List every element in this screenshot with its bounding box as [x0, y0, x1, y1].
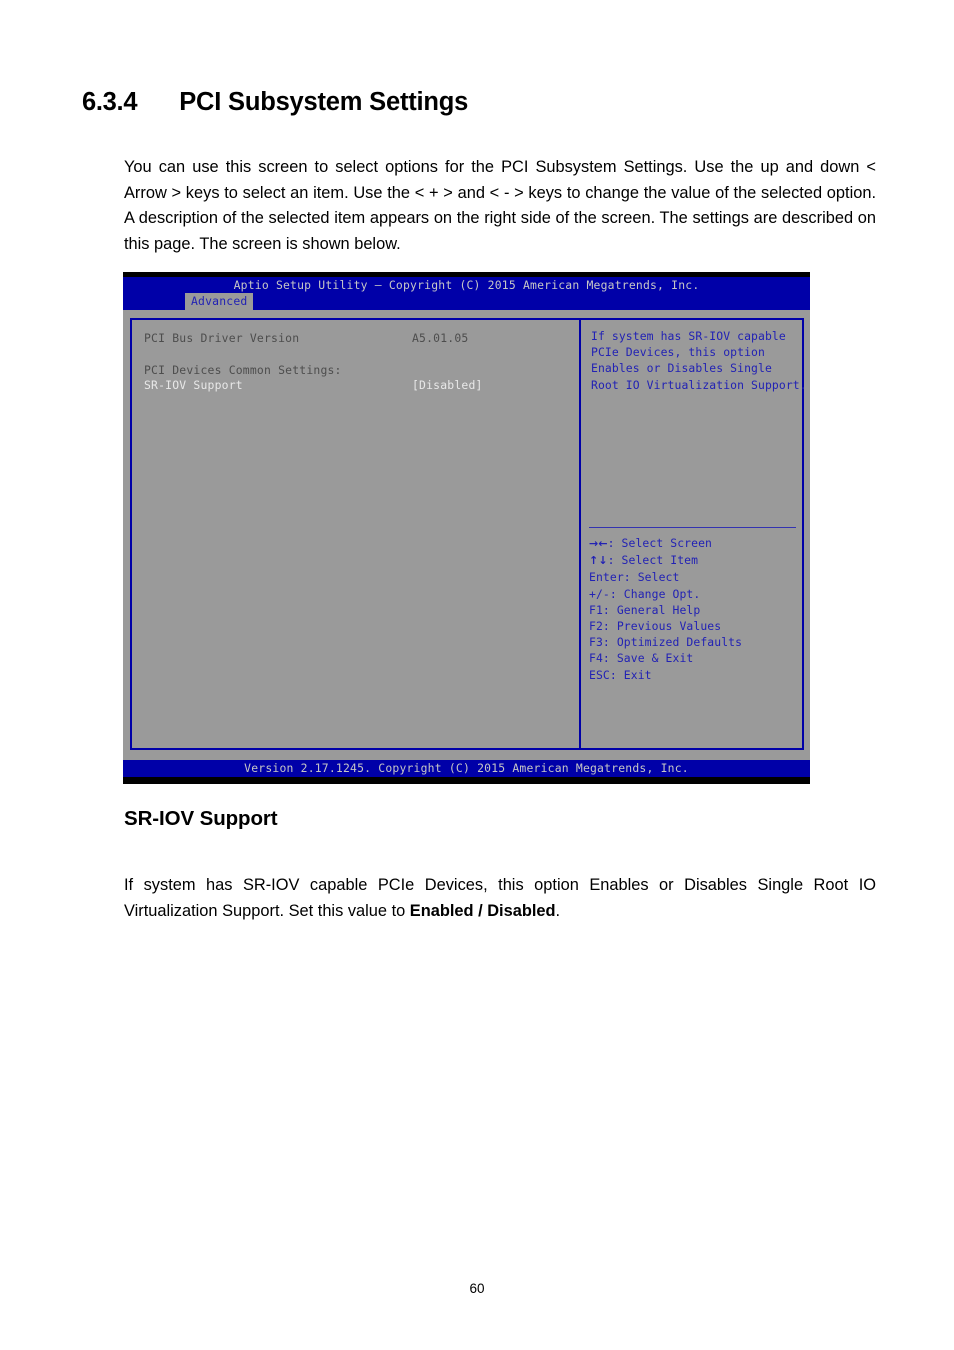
- help-line: Enables or Disables Single: [591, 361, 772, 376]
- setting-value: A5.01.05: [412, 331, 469, 345]
- setting-group-header: PCI Devices Common Settings:: [144, 363, 569, 378]
- setting-row-sr-iov-support[interactable]: SR-IOV Support [Disabled]: [144, 378, 569, 393]
- intro-paragraph: You can use this screen to select option…: [124, 158, 876, 253]
- help-line: PCIe Devices, this option: [591, 345, 765, 360]
- tab-advanced[interactable]: Advanced: [185, 293, 254, 310]
- status-badge[interactable]: [Disabled]: [412, 378, 483, 393]
- page-title: PCI Subsystem Settings: [179, 88, 469, 116]
- arrow-left-right-icon: →←: [589, 537, 608, 550]
- legend-action: : Select Item: [607, 553, 699, 568]
- legend-key: F4: [589, 651, 603, 666]
- legend-action: : General Help: [602, 602, 701, 617]
- legend-item-general-help: F1: General Help: [589, 602, 799, 618]
- bios-footer-bar: Version 2.17.1245. Copyright (C) 2015 Am…: [123, 760, 810, 777]
- help-text: If system has SR-IOV capable PCIe Device…: [591, 328, 807, 393]
- legend-action: : Select: [623, 570, 680, 585]
- sub-paragraph-emphasis: Enabled / Disabled: [409, 901, 556, 920]
- legend-item-exit: ESC: Exit: [589, 667, 799, 683]
- divider: [589, 527, 796, 528]
- help-line: Root IO Virtualization Support.: [591, 377, 807, 392]
- sub-paragraph-tail: .: [555, 901, 561, 920]
- setting-label: PCI Bus Driver Version: [144, 331, 300, 345]
- setting-label: PCI Devices Common Settings:: [144, 363, 342, 377]
- bios-tab-bar: Advanced: [123, 293, 810, 310]
- legend-item-optimized-defaults: F3: Optimized Defaults: [589, 634, 799, 650]
- key-legend: →←: Select Screen ↑↓: Select Item Enter:…: [589, 535, 799, 683]
- bios-help-panel: If system has SR-IOV capable PCIe Device…: [579, 318, 807, 750]
- setting-label: SR-IOV Support: [144, 378, 243, 392]
- sub-heading: SR-IOV Support: [124, 807, 278, 830]
- legend-item-select-screen: →←: Select Screen: [589, 535, 799, 552]
- help-line: If system has SR-IOV capable: [591, 329, 786, 343]
- legend-key: F2: [589, 619, 603, 634]
- legend-action: : Exit: [609, 667, 652, 682]
- legend-action: : Select Screen: [607, 536, 713, 550]
- bios-screenshot: Aptio Setup Utility – Copyright (C) 2015…: [123, 272, 810, 784]
- legend-action: : Change Opt.: [609, 586, 701, 601]
- legend-item-change-opt: +/-: Change Opt.: [589, 586, 799, 602]
- bios-title-bar: Aptio Setup Utility – Copyright (C) 2015…: [123, 277, 810, 293]
- section-heading: 6.3.4 PCI Subsystem Settings: [82, 88, 882, 117]
- legend-action: : Optimized Defaults: [602, 635, 743, 650]
- legend-item-select-item: ↑↓: Select Item: [589, 552, 799, 569]
- legend-item-save-exit: F4: Save & Exit: [589, 650, 799, 666]
- legend-key: +/-: [589, 586, 610, 601]
- legend-action: : Save & Exit: [602, 651, 694, 666]
- legend-key: F1: [589, 602, 603, 617]
- section-number: 6.3.4: [82, 88, 138, 116]
- legend-key: ESC: [589, 667, 610, 682]
- bios-settings-panel: PCI Bus Driver Version A5.01.05 PCI Devic…: [130, 318, 579, 750]
- page-number: 60: [469, 1281, 485, 1296]
- legend-action: : Previous Values: [602, 619, 722, 634]
- bios-body: PCI Bus Driver Version A5.01.05 PCI Devic…: [123, 310, 810, 760]
- legend-item-enter: Enter: Select: [589, 569, 799, 585]
- document-page: 6.3.4 PCI Subsystem Settings You can use…: [0, 0, 954, 1350]
- arrow-up-down-icon: ↑↓: [589, 554, 608, 568]
- legend-item-previous-values: F2: Previous Values: [589, 618, 799, 634]
- legend-key: Enter: [589, 570, 624, 585]
- legend-key: F3: [589, 635, 603, 650]
- sub-paragraph: If system has SR-IOV capable PCIe Device…: [124, 873, 876, 924]
- setting-row: PCI Bus Driver Version A5.01.05: [144, 331, 569, 346]
